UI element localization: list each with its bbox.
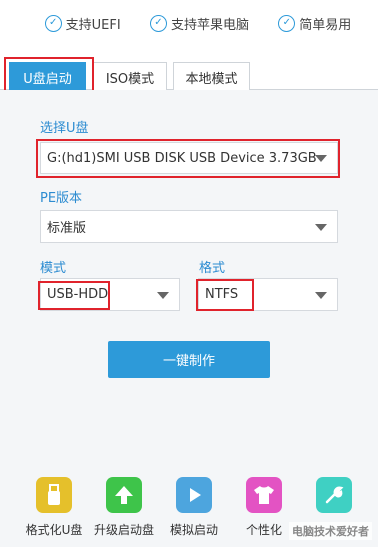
usb-device-value: G:(hd1)SMI USB DISK USB Device 3.73GB (47, 150, 317, 166)
format-select[interactable]: NTFS (198, 278, 338, 311)
chevron-down-icon (157, 291, 169, 299)
wrench-icon (316, 477, 352, 513)
chevron-down-icon (315, 155, 327, 162)
upgrade-arrow-icon (106, 477, 142, 513)
feature-strip: ✓ 支持UEFI ✓ 支持苹果电脑 ✓ 简单易用 (0, 0, 378, 46)
feature-mac: ✓ 支持苹果电脑 (149, 14, 249, 33)
tshirt-icon (246, 477, 282, 513)
pe-version-value: 标准版 (47, 221, 87, 236)
tab-local-mode[interactable]: 本地模式 (173, 62, 250, 91)
pe-version-select[interactable]: 标准版 (40, 210, 338, 243)
pe-version-label: PE版本 (40, 191, 83, 206)
check-circle-icon: ✓ (44, 14, 62, 32)
tool-format-usb[interactable]: 格式化U盘 (19, 477, 89, 547)
usb-select-label: 选择U盘 (40, 121, 89, 136)
feature-uefi: ✓ 支持UEFI (44, 14, 121, 33)
usb-device-select[interactable]: G:(hd1)SMI USB DISK USB Device 3.73GB (40, 142, 338, 174)
format-label: 格式 (199, 261, 226, 276)
chevron-down-icon (315, 291, 327, 299)
check-circle-icon: ✓ (149, 14, 167, 32)
tool-simulate-boot[interactable]: 模拟启动 (159, 477, 229, 547)
watermark: 电脑技术爱好者 (289, 522, 372, 540)
check-circle-icon: ✓ (278, 14, 296, 32)
tool-label: 格式化U盘 (25, 523, 83, 537)
mode-value: USB-HDD (47, 287, 109, 302)
usb-drive-icon (36, 477, 72, 513)
mode-select[interactable]: USB-HDD (40, 278, 180, 311)
one-click-make-button[interactable]: 一键制作 (108, 341, 270, 378)
mode-label: 模式 (40, 261, 67, 276)
feature-label: 支持UEFI (65, 17, 121, 33)
tab-usb-boot[interactable]: U盘启动 (9, 62, 86, 91)
play-icon (176, 477, 212, 513)
feature-easy: ✓ 简单易用 (278, 14, 351, 33)
feature-label: 支持苹果电脑 (170, 17, 249, 33)
chevron-down-icon (315, 223, 327, 231)
tool-label: 个性化 (245, 523, 282, 537)
tool-upgrade-boot-disk[interactable]: 升级启动盘 (89, 477, 159, 547)
tab-iso-mode[interactable]: ISO模式 (93, 62, 167, 91)
tool-label: 升级启动盘 (93, 523, 154, 537)
format-value: NTFS (205, 287, 239, 302)
tool-label: 模拟启动 (169, 523, 218, 537)
feature-label: 简单易用 (299, 17, 352, 33)
mode-tabbar: U盘启动 ISO模式 本地模式 (0, 58, 378, 91)
